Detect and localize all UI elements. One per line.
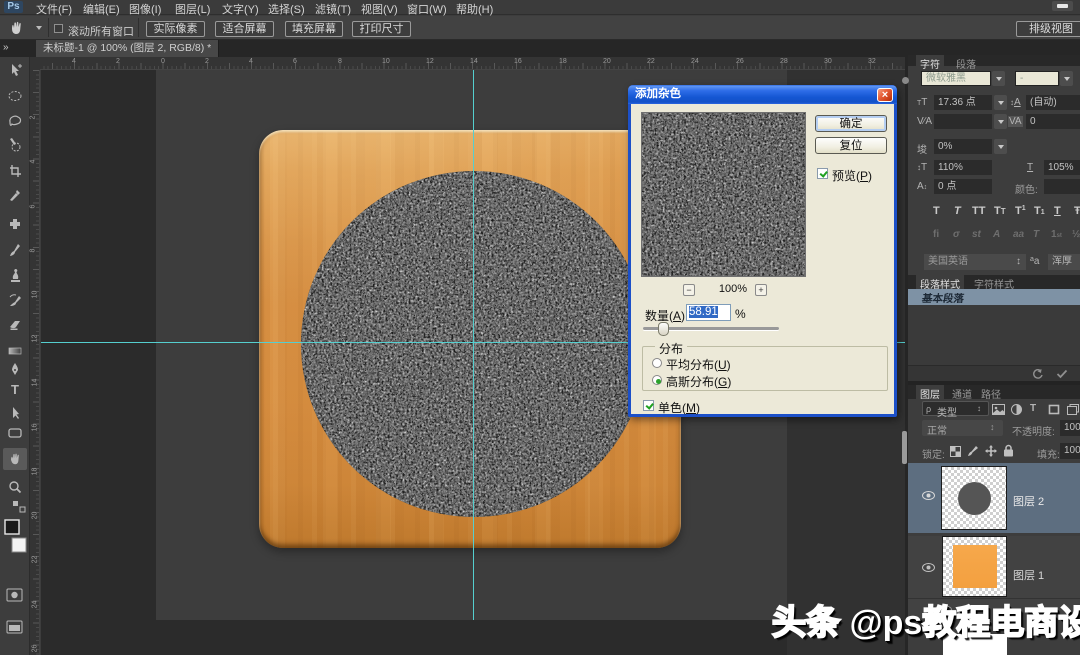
svg-text:T: T <box>11 382 19 397</box>
